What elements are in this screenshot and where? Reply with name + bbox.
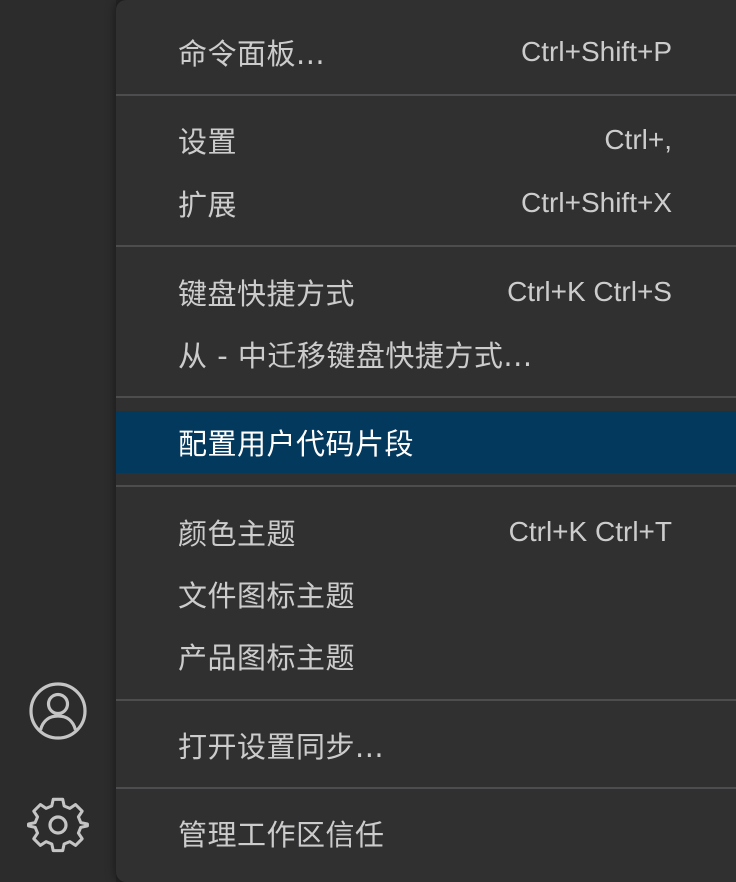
menu-item-settings[interactable]: 设置 Ctrl+, [116, 109, 736, 171]
menu-item-label: 设置 [178, 125, 238, 159]
menu-item-label: 扩展 [178, 188, 238, 222]
menu-item-label: 打开设置同步... [178, 730, 385, 764]
menu-item-label: 产品图标主题 [178, 641, 356, 675]
menu-separator [116, 245, 736, 247]
menu-separator [116, 485, 736, 487]
menu-item-label: 键盘快捷方式 [178, 277, 356, 311]
gear-icon[interactable] [0, 790, 116, 860]
menu-separator [116, 699, 736, 701]
menu-item-turn-on-settings-sync[interactable]: 打开设置同步... [116, 714, 736, 776]
menu-item-color-theme[interactable]: 颜色主题 Ctrl+K Ctrl+T [116, 501, 736, 563]
menu-item-shortcut: Ctrl+K Ctrl+S [507, 276, 672, 307]
menu-item-label: 命令面板... [178, 37, 326, 71]
menu-item-shortcut: Ctrl+K Ctrl+T [508, 516, 672, 547]
menu-item-label: 文件图标主题 [178, 579, 356, 613]
menu-separator [116, 94, 736, 96]
menu-item-label: 管理工作区信任 [178, 818, 385, 852]
menu-item-shortcut: Ctrl+Shift+X [521, 187, 672, 218]
menu-separator [116, 396, 736, 398]
gear-icon-glyph [27, 797, 89, 853]
activity-bar [0, 0, 116, 882]
account-icon-glyph [29, 682, 87, 740]
menu-item-label: 颜色主题 [178, 517, 297, 551]
menu-item-shortcut: Ctrl+, [604, 124, 672, 155]
menu-item-file-icon-theme[interactable]: 文件图标主题 [116, 563, 736, 625]
account-icon[interactable] [0, 676, 116, 746]
menu-item-label: 配置用户代码片段 [178, 427, 415, 461]
menu-item-label: 从 - 中迁移键盘快捷方式... [178, 339, 533, 373]
menu-item-extensions[interactable]: 扩展 Ctrl+Shift+X [116, 172, 736, 234]
menu-item-keyboard-shortcuts[interactable]: 键盘快捷方式 Ctrl+K Ctrl+S [116, 261, 736, 323]
menu-item-manage-workspace-trust[interactable]: 管理工作区信任 [116, 802, 736, 864]
menu-item-migrate-keyboard-shortcuts[interactable]: 从 - 中迁移键盘快捷方式... [116, 323, 736, 385]
menu-item-configure-user-snippets[interactable]: 配置用户代码片段 [116, 411, 736, 473]
menu-separator [116, 787, 736, 789]
menu-item-shortcut: Ctrl+Shift+P [521, 36, 672, 67]
manage-context-menu: 命令面板... Ctrl+Shift+P 设置 Ctrl+, 扩展 Ctrl+S… [116, 0, 736, 882]
menu-item-product-icon-theme[interactable]: 产品图标主题 [116, 625, 736, 687]
menu-item-command-palette[interactable]: 命令面板... Ctrl+Shift+P [116, 21, 736, 83]
